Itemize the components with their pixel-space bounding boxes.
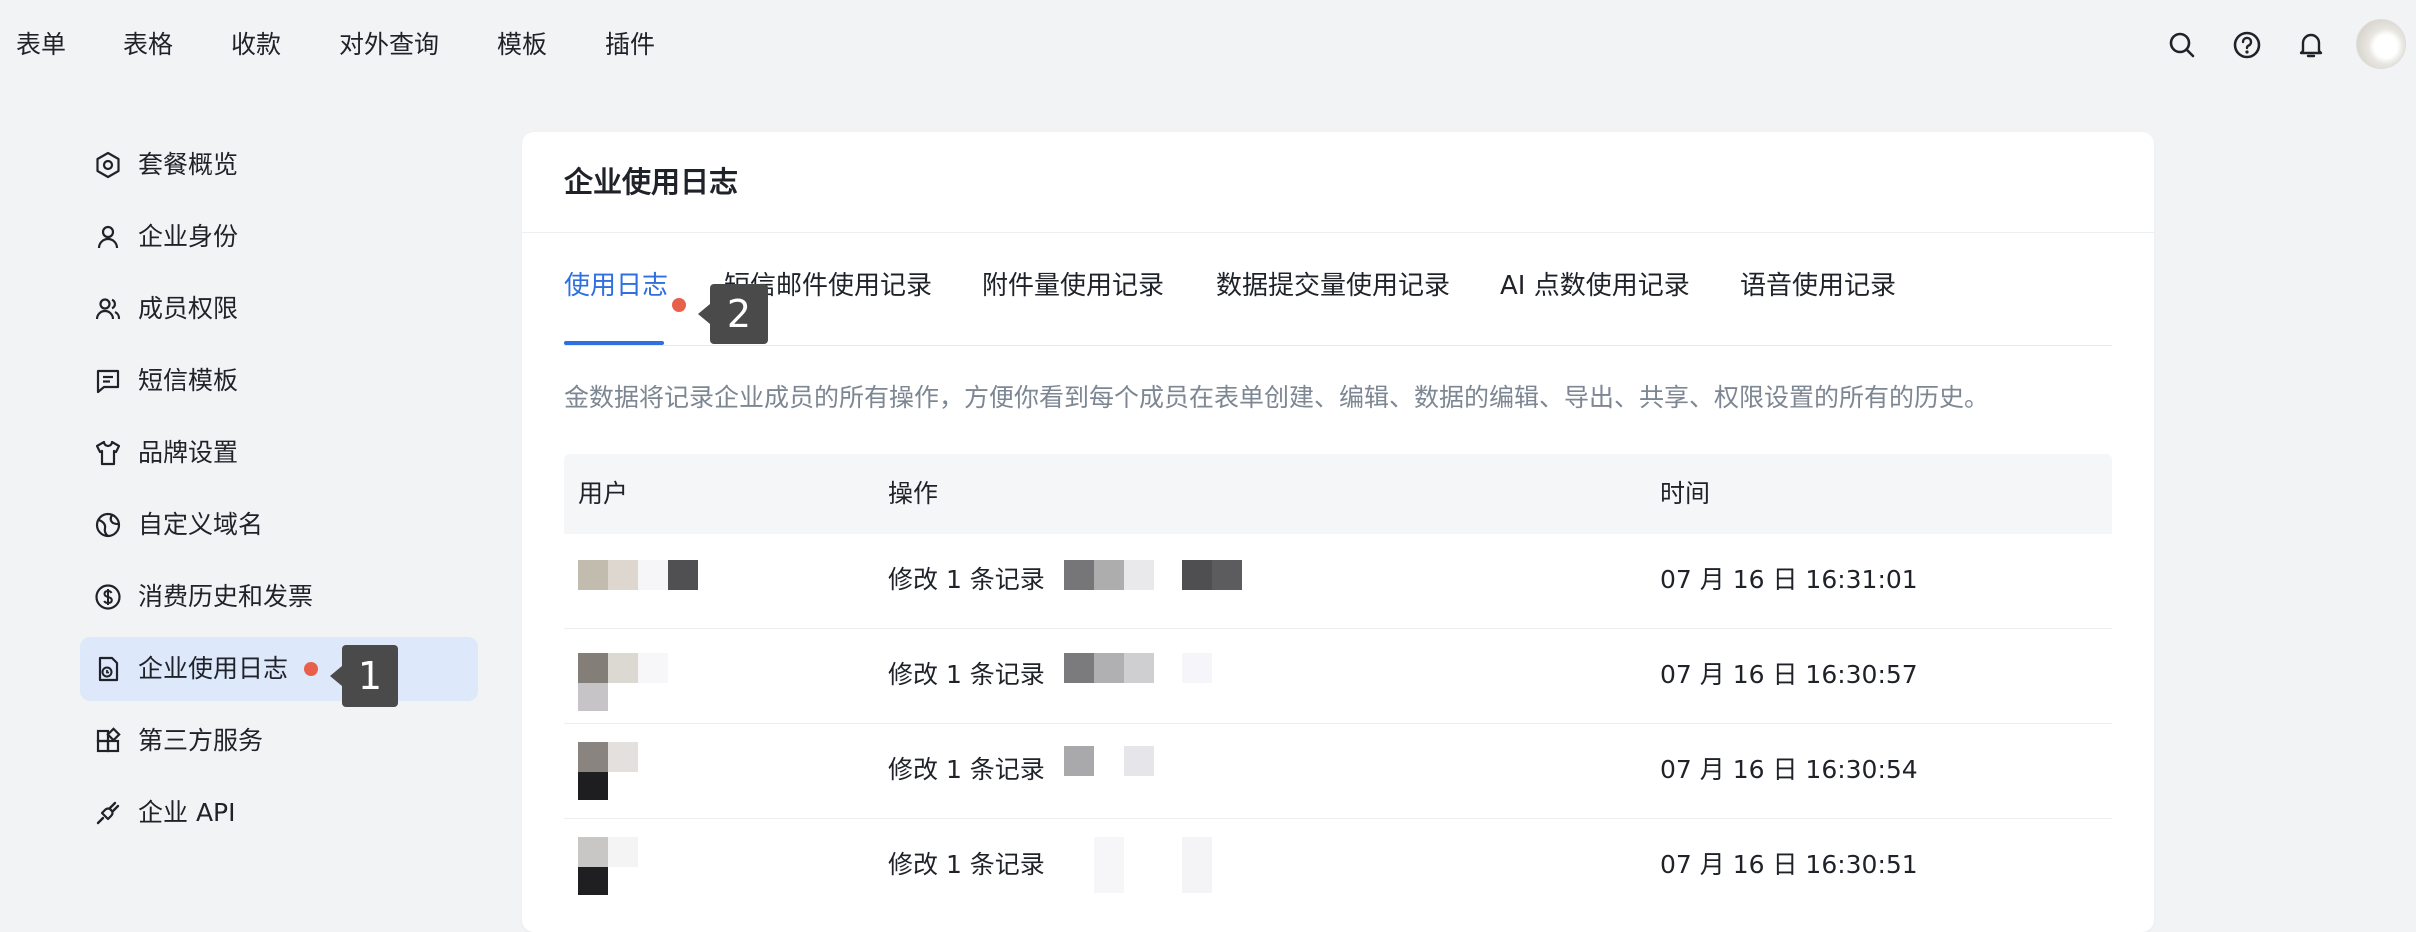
table-row[interactable]: 修改 1 条记录 07 月 16 日 16:30:51: [564, 819, 2112, 913]
sidebar-item-custom-domain[interactable]: 自定义域名: [80, 493, 478, 557]
nav-item-form[interactable]: 表单: [16, 28, 66, 62]
log-icon: [98, 656, 119, 682]
column-header-action: 操作: [888, 479, 939, 508]
nav-item-table[interactable]: 表格: [123, 28, 173, 62]
column-header-time: 时间: [1660, 479, 1711, 508]
hexagon-icon: [96, 151, 120, 179]
plug-icon: [96, 801, 120, 825]
search-icon[interactable]: [2165, 28, 2199, 62]
tab-bar: [564, 132, 2112, 346]
tab-bar-divider: [564, 345, 2112, 346]
tab-attachment-records[interactable]: 附件量使用记录: [982, 266, 1164, 306]
help-icon[interactable]: [2230, 28, 2264, 62]
step-callout-2: 2: [698, 284, 768, 344]
dollar-icon: [95, 584, 121, 610]
sidebar-item-label: 企业使用日志: [138, 654, 289, 683]
sidebar-item-label: 成员权限: [138, 294, 239, 323]
user-icon: [97, 225, 119, 249]
nav-item-public-query[interactable]: 对外查询: [339, 28, 439, 62]
sidebar-item-label: 企业身份: [138, 222, 239, 251]
column-header-user: 用户: [578, 479, 629, 508]
nav-item-templates[interactable]: 模板: [497, 28, 547, 62]
sidebar-item-label: 消费历史和发票: [138, 582, 314, 611]
active-tab-indicator: [564, 341, 664, 345]
sidebar-item-label: 品牌设置: [138, 438, 239, 467]
message-icon: [96, 369, 120, 394]
apps-icon: [96, 727, 121, 753]
sidebar-item-sms-templates[interactable]: 短信模板: [80, 349, 478, 413]
bell-icon[interactable]: [2294, 28, 2328, 62]
sidebar-item-label: 短信模板: [138, 366, 239, 395]
usage-log-card: 企业使用日志 使用日志 短信邮件使用记录 附件量使用记录 数据提交量使用记录 A…: [522, 132, 2154, 932]
sidebar-item-enterprise-identity[interactable]: 企业身份: [80, 205, 478, 269]
row-action: 修改 1 条记录: [888, 850, 1045, 879]
row-action: 修改 1 条记录: [888, 565, 1045, 594]
shirt-icon: [95, 440, 121, 466]
row-time: 07 月 16 日 16:30:51: [1660, 850, 1918, 879]
row-action: 修改 1 条记录: [888, 660, 1045, 689]
notification-dot: [304, 662, 318, 676]
table-row[interactable]: 修改 1 条记录 07 月 16 日 16:30:57: [564, 629, 2112, 724]
row-time: 07 月 16 日 16:30:57: [1660, 660, 1918, 689]
tab-data-submission-records[interactable]: 数据提交量使用记录: [1216, 266, 1450, 306]
row-time: 07 月 16 日 16:30:54: [1660, 755, 1918, 784]
top-navigation: 表单 表格 收款 对外查询 模板 插件: [0, 0, 2416, 92]
table-row[interactable]: 修改 1 条记录 07 月 16 日 16:30:54: [564, 724, 2112, 819]
sidebar-item-label: 套餐概览: [138, 150, 239, 179]
sidebar-item-enterprise-api[interactable]: 企业 API: [80, 781, 478, 845]
tab-voice-records[interactable]: 语音使用记录: [1740, 266, 1896, 306]
avatar[interactable]: [2356, 19, 2406, 69]
description-text: 金数据将记录企业成员的所有操作，方便你看到每个成员在表单创建、编辑、数据的编辑、…: [564, 383, 1990, 412]
row-time: 07 月 16 日 16:31:01: [1660, 565, 1918, 594]
table-row[interactable]: 修改 1 条记录 07 月 16 日 16:31:01: [564, 534, 2112, 629]
sidebar-item-member-permissions[interactable]: 成员权限: [80, 277, 478, 341]
sidebar-item-plan-overview[interactable]: 套餐概览: [80, 133, 478, 197]
sidebar-item-label: 第三方服务: [138, 726, 264, 755]
tab-notification-dot: [672, 298, 686, 312]
nav-item-plugins[interactable]: 插件: [605, 28, 655, 62]
sidebar-item-brand-settings[interactable]: 品牌设置: [80, 421, 478, 485]
tab-usage-log[interactable]: 使用日志: [564, 266, 668, 306]
sidebar-item-usage-log[interactable]: 企业使用日志: [80, 637, 478, 701]
sidebar-item-billing-history[interactable]: 消费历史和发票: [80, 565, 478, 629]
nav-item-payment[interactable]: 收款: [231, 28, 281, 62]
table-header: 用户 操作 时间: [564, 454, 2112, 534]
users-icon: [95, 298, 121, 320]
sidebar-item-label: 自定义域名: [138, 510, 264, 539]
sidebar-item-label: 企业 API: [138, 798, 236, 827]
step-callout-1: 1: [330, 645, 398, 707]
globe-icon: [95, 512, 121, 538]
tab-ai-points-records[interactable]: AI 点数使用记录: [1500, 266, 1690, 306]
sidebar-item-third-party[interactable]: 第三方服务: [80, 709, 478, 773]
row-action: 修改 1 条记录: [888, 755, 1045, 784]
